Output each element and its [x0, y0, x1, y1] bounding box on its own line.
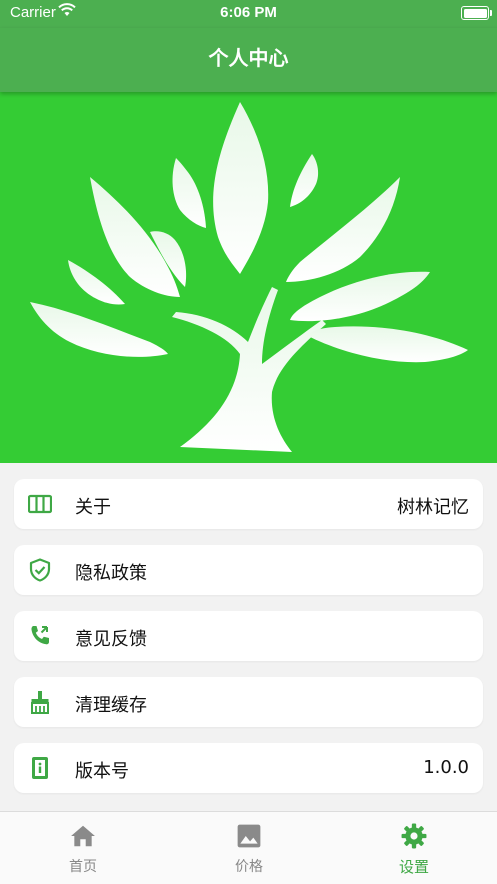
- status-bar: Carrier 6:06 PM: [0, 0, 497, 28]
- menu-item-feedback[interactable]: 意见反馈: [14, 611, 483, 661]
- tab-settings[interactable]: 设置: [331, 812, 497, 884]
- menu-item-value: 树林记忆: [397, 497, 469, 518]
- tab-label: 价格: [235, 859, 263, 875]
- menu-item-clear-cache[interactable]: 清理缓存: [14, 677, 483, 727]
- broom-icon: [28, 690, 52, 714]
- tab-label: 首页: [69, 859, 97, 875]
- tree-logo: [30, 102, 468, 452]
- menu-item-label: 意见反馈: [75, 629, 147, 650]
- menu-item-label: 隐私政策: [75, 563, 147, 584]
- hero-banner: [0, 92, 497, 463]
- page-title: 个人中心: [208, 46, 289, 70]
- columns-icon: [27, 492, 53, 516]
- menu-item-privacy[interactable]: 隐私政策: [14, 545, 483, 595]
- menu-item-version[interactable]: 版本号 1.0.0: [14, 743, 483, 793]
- menu-item-label: 关于: [75, 497, 111, 518]
- phone-forward-icon: [28, 624, 52, 648]
- tab-price[interactable]: 价格: [166, 812, 332, 884]
- nav-bar: 个人中心: [0, 28, 497, 92]
- image-icon: [236, 823, 262, 849]
- battery-icon: [461, 6, 492, 20]
- tab-label: 设置: [398, 858, 429, 876]
- home-icon: [70, 823, 96, 849]
- tab-bar: 首页 价格 设置: [0, 811, 497, 884]
- clock: 6:06 PM: [220, 4, 277, 21]
- menu-item-value: 1.0.0: [423, 757, 469, 778]
- device-info-icon: [28, 756, 52, 780]
- menu-item-label: 清理缓存: [75, 695, 147, 716]
- tab-home[interactable]: 首页: [0, 812, 166, 884]
- menu-item-about[interactable]: 关于 树林记忆: [14, 479, 483, 529]
- shield-check-icon: [28, 558, 52, 582]
- gear-icon: [401, 823, 427, 849]
- menu-item-label: 版本号: [75, 761, 129, 782]
